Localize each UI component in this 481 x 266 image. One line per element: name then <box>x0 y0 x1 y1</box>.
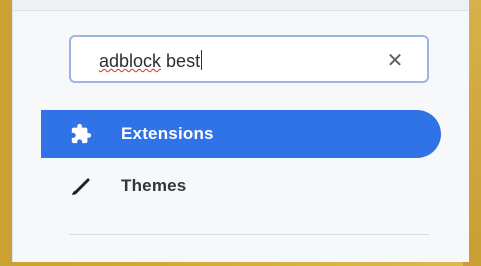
puzzle-icon <box>67 120 95 148</box>
search-input[interactable]: adblock best <box>99 49 359 73</box>
divider <box>69 234 429 235</box>
top-bar <box>13 0 469 11</box>
nav-item-label: Themes <box>121 176 187 195</box>
clear-search-button[interactable]: ✕ <box>383 49 407 73</box>
nav-item-themes[interactable]: Themes <box>41 162 441 210</box>
store-sidebar: adblock best ✕ Extensions Themes <box>12 0 469 262</box>
search-input-value-word: adblock <box>99 51 162 71</box>
nav-item-extensions[interactable]: Extensions <box>41 110 441 158</box>
search-input-value-rest: best <box>161 51 201 71</box>
search-box[interactable]: adblock best ✕ <box>69 35 429 83</box>
text-caret <box>201 50 203 70</box>
brush-icon <box>67 172 95 200</box>
nav-item-label: Extensions <box>121 124 214 143</box>
close-icon: ✕ <box>386 50 404 72</box>
